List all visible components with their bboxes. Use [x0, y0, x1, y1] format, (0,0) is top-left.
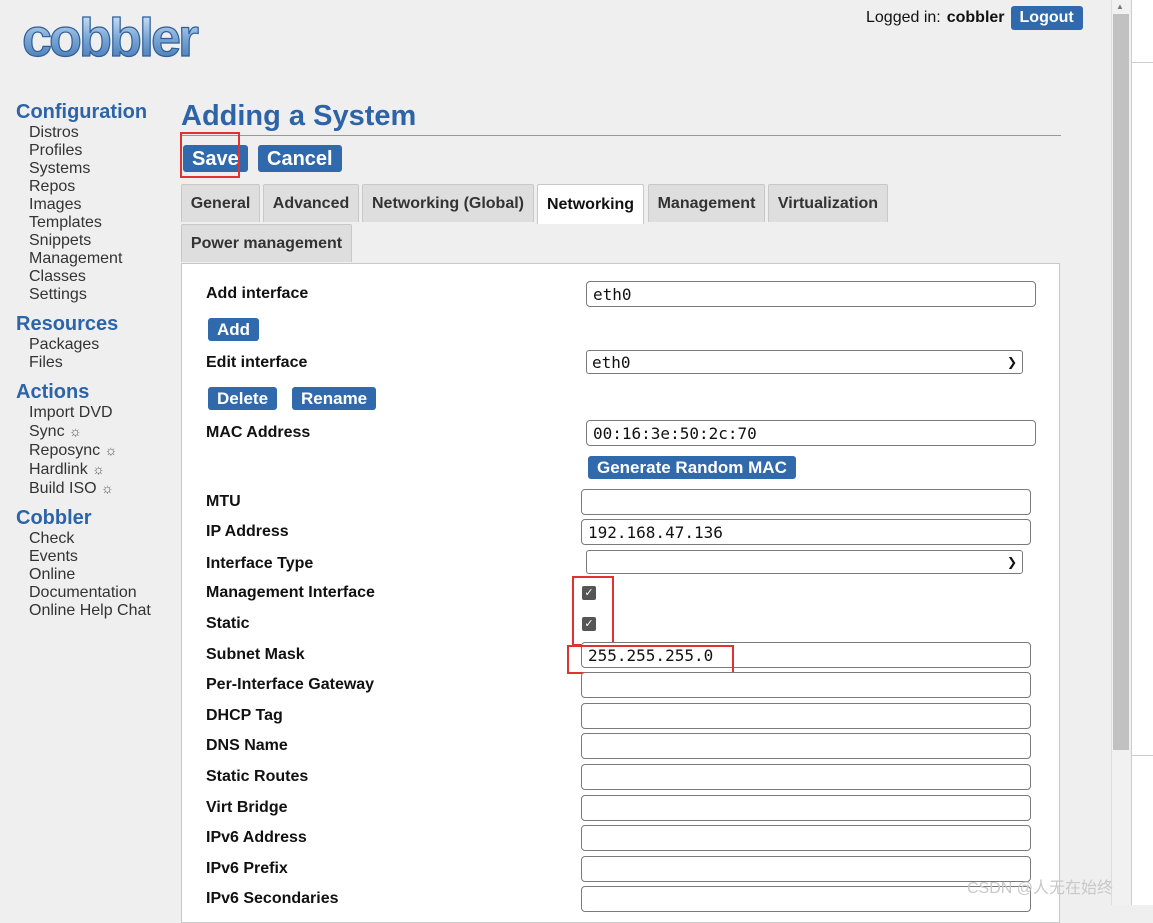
gateway-input[interactable]: [581, 672, 1031, 698]
nav-item-settings[interactable]: Settings: [29, 286, 176, 304]
virt-bridge-label: Virt Bridge: [206, 799, 288, 816]
cancel-button[interactable]: Cancel: [258, 145, 342, 172]
tab-virtualization[interactable]: Virtualization: [768, 184, 888, 222]
static-routes-label: Static Routes: [206, 768, 309, 785]
nav-item-files[interactable]: Files: [29, 354, 176, 372]
mtu-input[interactable]: [581, 489, 1031, 515]
edit-interface-label: Edit interface: [206, 354, 308, 371]
nav-item-packages[interactable]: Packages: [29, 336, 176, 354]
nav-item-reposync[interactable]: Reposync ☼: [29, 441, 176, 460]
interface-type-select[interactable]: ❯: [586, 550, 1023, 574]
spinner-icon: ☼: [101, 480, 114, 496]
logged-in-label: Logged in:: [866, 9, 941, 26]
page-title: Adding a System: [181, 100, 417, 132]
virt-bridge-input[interactable]: [581, 795, 1031, 821]
nav-item-systems[interactable]: Systems: [29, 160, 176, 178]
save-button[interactable]: Save: [183, 145, 248, 172]
watermark: CSDN @人无在始终: [967, 880, 1114, 897]
nav-item-hardlink[interactable]: Hardlink ☼: [29, 460, 176, 479]
nav-item-import-dvd[interactable]: Import DVD: [29, 404, 176, 422]
spinner-icon: ☼: [69, 423, 82, 439]
generate-random-mac-button[interactable]: Generate Random MAC: [588, 456, 796, 479]
chevron-down-icon: ❯: [1006, 355, 1017, 369]
nav-item-management[interactable]: Management: [29, 250, 176, 268]
ip-address-input[interactable]: [581, 519, 1031, 545]
management-interface-label: Management Interface: [206, 584, 375, 601]
ipv6-secondaries-input[interactable]: [581, 886, 1031, 912]
spinner-icon: ☼: [92, 461, 105, 477]
ipv6-address-input[interactable]: [581, 825, 1031, 851]
adjacent-window-edge: [1131, 0, 1153, 905]
cobbler-logo: cobbler cobbler: [21, 8, 202, 69]
subnet-mask-label: Subnet Mask: [206, 646, 305, 663]
dns-name-label: DNS Name: [206, 737, 288, 754]
nav-item-build-iso[interactable]: Build ISO ☼: [29, 479, 176, 498]
edit-interface-value: eth0: [592, 352, 631, 372]
ipv6-secondaries-label: IPv6 Secondaries: [206, 890, 339, 907]
nav-heading-resources: Resources: [16, 313, 119, 335]
nav-item-reposync-label: Reposync: [29, 442, 101, 459]
logout-button[interactable]: Logout: [1010, 6, 1083, 30]
scroll-up-arrow-icon[interactable]: ▲: [1116, 2, 1124, 11]
delete-interface-button[interactable]: Delete: [208, 387, 278, 410]
nav-item-hardlink-label: Hardlink: [29, 461, 88, 478]
nav-item-repos[interactable]: Repos: [29, 178, 176, 196]
sidebar-nav: Configuration Distros Profiles Systems R…: [16, 100, 176, 628]
dhcp-tag-label: DHCP Tag: [206, 707, 283, 724]
nav-item-snippets[interactable]: Snippets: [29, 232, 176, 250]
dns-name-input[interactable]: [581, 733, 1031, 759]
rename-interface-button[interactable]: Rename: [292, 387, 377, 410]
nav-item-online-help-chat[interactable]: Online Help Chat: [29, 602, 176, 620]
mac-address-input[interactable]: [586, 420, 1036, 446]
ipv6-prefix-input[interactable]: [581, 856, 1031, 882]
nav-item-documentation[interactable]: Documentation: [29, 584, 176, 602]
edit-interface-select[interactable]: eth0 ❯: [586, 350, 1023, 374]
subnet-mask-input[interactable]: [581, 642, 1031, 668]
tab-networking[interactable]: Networking: [537, 184, 644, 224]
spinner-icon: ☼: [104, 442, 118, 458]
tab-power-management[interactable]: Power management: [181, 224, 352, 262]
title-divider: [181, 135, 1061, 136]
static-checkbox[interactable]: ✓: [582, 617, 596, 631]
nav-item-classes[interactable]: Classes: [29, 268, 176, 286]
nav-item-events[interactable]: Events: [29, 548, 176, 566]
add-interface-label: Add interface: [206, 285, 309, 302]
tab-management[interactable]: Management: [648, 184, 765, 222]
login-bar: Logged in: cobbler Logout: [866, 6, 1083, 30]
nav-item-sync-label: Sync: [29, 423, 65, 440]
mtu-label: MTU: [206, 493, 241, 510]
nav-heading-configuration: Configuration: [16, 101, 148, 123]
static-label: Static: [206, 615, 250, 632]
mac-address-label: MAC Address: [206, 424, 311, 441]
tab-advanced[interactable]: Advanced: [263, 184, 359, 222]
management-interface-checkbox[interactable]: ✓: [582, 586, 596, 600]
static-routes-input[interactable]: [581, 764, 1031, 790]
nav-item-templates[interactable]: Templates: [29, 214, 176, 232]
ip-address-label: IP Address: [206, 523, 289, 540]
dhcp-tag-input[interactable]: [581, 703, 1031, 729]
gateway-label: Per-Interface Gateway: [206, 676, 375, 693]
nav-heading-actions: Actions: [16, 381, 90, 403]
add-interface-button[interactable]: Add: [208, 318, 260, 341]
ipv6-address-label: IPv6 Address: [206, 829, 307, 846]
nav-item-online[interactable]: Online: [29, 566, 176, 584]
add-interface-input[interactable]: [586, 281, 1036, 307]
nav-heading-cobbler: Cobbler: [16, 507, 92, 529]
scrollbar-thumb[interactable]: [1113, 14, 1129, 750]
nav-item-images[interactable]: Images: [29, 196, 176, 214]
logo-text: cobbler: [22, 8, 199, 68]
nav-item-sync[interactable]: Sync ☼: [29, 422, 176, 441]
nav-item-profiles[interactable]: Profiles: [29, 142, 176, 160]
ipv6-prefix-label: IPv6 Prefix: [206, 860, 288, 877]
nav-item-build-iso-label: Build ISO: [29, 480, 97, 497]
nav-item-check[interactable]: Check: [29, 530, 176, 548]
username: cobbler: [946, 9, 1005, 26]
tab-networking-global[interactable]: Networking (Global): [362, 184, 534, 222]
chevron-down-icon: ❯: [1006, 555, 1017, 569]
interface-type-label: Interface Type: [206, 555, 314, 572]
nav-item-distros[interactable]: Distros: [29, 124, 176, 142]
tab-general[interactable]: General: [181, 184, 260, 222]
